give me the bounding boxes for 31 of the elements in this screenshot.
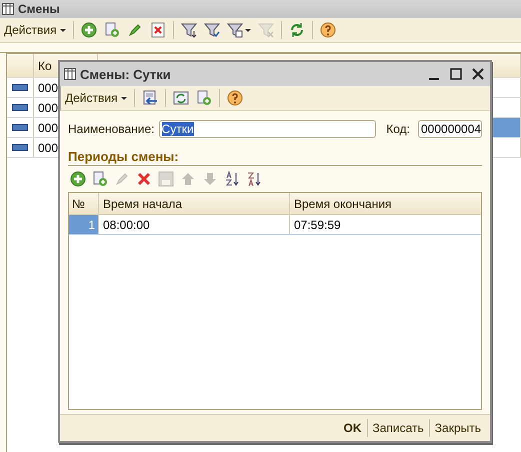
ok-button[interactable]: OK [338,418,366,438]
item-icon [12,84,28,91]
maximize-icon[interactable] [450,68,462,80]
item-icon [12,124,28,131]
column-header[interactable]: № [69,193,99,214]
footer-button[interactable]: Закрыть [430,418,486,438]
footer-button[interactable]: Записать [368,418,429,438]
section-title: Периоды смены: [68,149,482,166]
table-icon [2,3,14,15]
column-header[interactable]: Время начала [99,193,290,214]
help-tool-icon[interactable] [318,20,338,40]
add-tool-icon[interactable] [68,169,88,189]
caret-icon [120,96,127,100]
table-cell[interactable]: 08:00:00 [99,215,290,234]
help-tool-icon[interactable] [224,88,245,108]
table-icon [64,68,76,80]
add-tool-icon[interactable] [78,20,99,40]
close-icon[interactable] [472,68,484,80]
code-field[interactable]: 000000004 [418,120,482,138]
caret-icon [60,28,66,32]
name-label: Наименование: [68,122,155,136]
actions-menu[interactable]: Действия [63,88,129,108]
dialog-title: Смены: Сутки [80,66,171,82]
item-icon [12,104,28,111]
actions-menu[interactable]: Действия [2,20,68,40]
name-field[interactable]: Сутки [158,120,376,138]
column-header[interactable]: Время окончания [290,193,481,214]
item-icon [12,144,28,151]
table-cell[interactable]: 07:59:59 [290,215,481,234]
window-title: Смены [18,2,60,16]
code-label: Код: [386,122,410,136]
